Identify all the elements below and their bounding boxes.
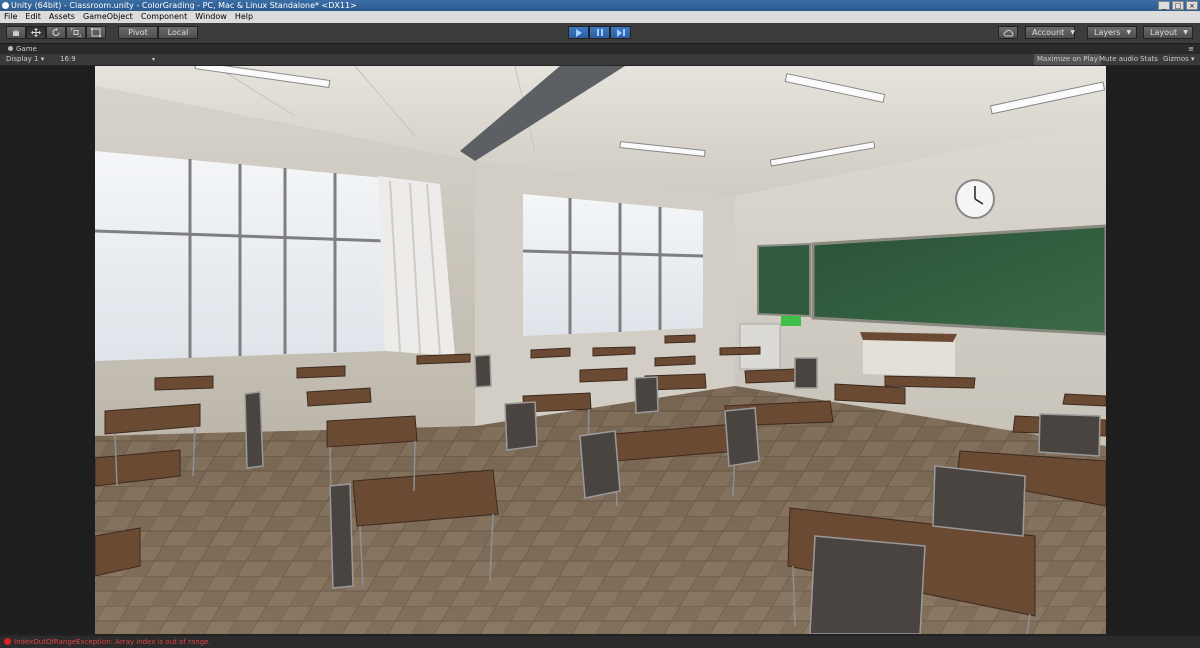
tab-strip: Game ≡ (0, 44, 1200, 54)
menu-window[interactable]: Window (191, 11, 231, 23)
display-dropdown[interactable]: Display 1 ▾ (6, 54, 44, 65)
letterbox-right (1106, 66, 1200, 634)
unity-logo-icon (2, 2, 9, 9)
error-icon (4, 638, 11, 645)
hand-tool-icon (13, 29, 19, 36)
console-message: IndexOutOfRangeException: Array index is… (14, 638, 211, 646)
tab-game[interactable]: Game (4, 44, 41, 54)
classroom-scene (95, 66, 1106, 634)
scale-tool-icon (71, 28, 81, 37)
cloud-icon (1003, 29, 1013, 36)
menu-assets[interactable]: Assets (45, 11, 79, 23)
close-button[interactable]: × (1186, 1, 1198, 10)
local-toggle[interactable]: Local (158, 26, 198, 39)
back-windows (522, 194, 704, 336)
menu-component[interactable]: Component (137, 11, 191, 23)
menu-bar: File Edit Assets GameObject Component Wi… (0, 11, 1200, 23)
move-tool-icon (31, 28, 41, 37)
play-button[interactable] (568, 26, 589, 39)
step-icon (616, 28, 625, 37)
chevron-down-icon: ▼ (1183, 29, 1188, 36)
menu-help[interactable]: Help (231, 11, 257, 23)
pause-button[interactable] (589, 26, 610, 39)
rect-tool-button[interactable] (86, 26, 106, 39)
rotate-tool-button[interactable] (46, 26, 66, 39)
gizmos-dropdown[interactable]: Gizmos ▾ (1160, 54, 1198, 65)
letterbox-left (0, 66, 95, 634)
window-title: Unity (64bit) - Classroom.unity - ColorG… (11, 1, 357, 10)
rect-tool-icon (91, 28, 101, 37)
local-label: Local (167, 28, 189, 37)
pause-icon (596, 29, 603, 36)
game-view-toolbar: Display 1 ▾ 16:9 ▾ Maximize on Play Mute… (0, 54, 1200, 65)
play-icon (575, 28, 582, 37)
scale-slider[interactable]: ▾ (152, 54, 155, 65)
maximize-on-play-toggle[interactable]: Maximize on Play (1034, 54, 1101, 65)
console-status-bar[interactable]: IndexOutOfRangeException: Array index is… (0, 636, 1200, 648)
game-viewport[interactable] (95, 66, 1106, 634)
layout-dropdown[interactable]: Layout ▼ (1143, 26, 1193, 39)
step-button[interactable] (610, 26, 631, 39)
account-label: Account (1032, 28, 1065, 37)
game-tab-label: Game (16, 45, 37, 53)
layout-label: Layout (1150, 28, 1178, 37)
layers-label: Layers (1094, 28, 1121, 37)
cloud-button[interactable] (998, 26, 1018, 39)
hand-tool-button[interactable] (6, 26, 26, 39)
chalkboard (811, 224, 1106, 336)
move-tool-button[interactable] (26, 26, 46, 39)
maximize-button[interactable]: □ (1172, 1, 1184, 10)
minimize-button[interactable]: _ (1158, 1, 1170, 10)
pivot-toggle[interactable]: Pivot (118, 26, 158, 39)
rotate-tool-icon (52, 28, 60, 37)
game-tab-icon (8, 46, 13, 51)
main-toolbar: Pivot Local Account ▼ Layers ▼ Layout ▼ (0, 23, 1200, 44)
chevron-down-icon: ▼ (1070, 29, 1075, 36)
aspect-dropdown[interactable]: 16:9 (60, 54, 76, 65)
pivot-label: Pivot (128, 28, 148, 37)
window-titlebar: Unity (64bit) - Classroom.unity - ColorG… (0, 0, 1200, 11)
tab-options-icon[interactable]: ≡ (1188, 44, 1194, 54)
chevron-down-icon: ▼ (1126, 29, 1132, 36)
mute-audio-toggle[interactable]: Mute audio (1096, 54, 1141, 65)
stats-toggle[interactable]: Stats (1137, 54, 1161, 65)
menu-edit[interactable]: Edit (21, 11, 45, 23)
menu-gameobject[interactable]: GameObject (79, 11, 137, 23)
scale-tool-button[interactable] (66, 26, 86, 39)
menu-file[interactable]: File (0, 11, 21, 23)
left-windows (95, 151, 455, 361)
account-dropdown[interactable]: Account ▼ (1025, 26, 1075, 39)
layers-dropdown[interactable]: Layers ▼ (1087, 26, 1137, 39)
